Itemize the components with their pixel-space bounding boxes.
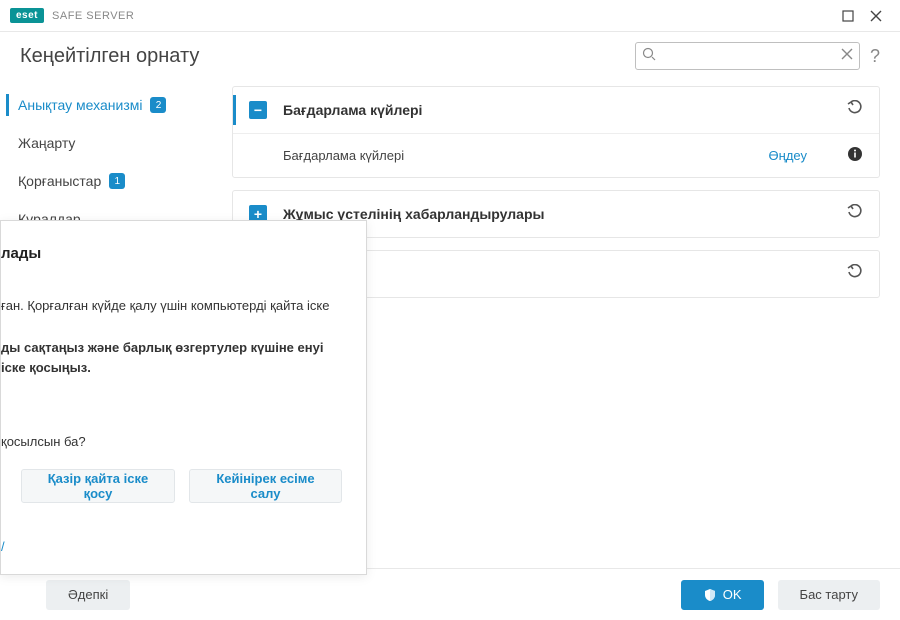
window-close-button[interactable] — [862, 2, 890, 30]
popup-actions: Қазір қайта іске қосу Кейінірек есіме са… — [1, 469, 342, 503]
sidebar-badge: 2 — [150, 97, 166, 113]
popup-text-2: ды сақтаңыз және барлық өзгертулер күшін… — [1, 338, 342, 378]
info-icon — [847, 146, 863, 162]
sidebar-item-update[interactable]: Жаңарту — [0, 124, 232, 162]
sidebar-badge: 1 — [109, 173, 125, 189]
ok-button[interactable]: OK — [681, 580, 764, 610]
search-clear-button[interactable] — [841, 47, 853, 65]
popup-title: лады — [1, 245, 342, 262]
help-button[interactable]: ? — [870, 46, 880, 67]
popup-body: ған. Қорғалған күйде қалу үшін компьютер… — [1, 296, 342, 400]
undo-icon — [847, 264, 863, 280]
panel-title: Бағдарлама күйлері — [283, 102, 847, 118]
panel-row: Бағдарлама күйлері Өңдеу — [233, 133, 879, 177]
sidebar-item-detection[interactable]: Анықтау механизмі 2 — [0, 86, 232, 124]
page-title: Кеңейтілген орнату — [20, 45, 199, 68]
panel-title: Жұмыс үстелінің хабарландырулары — [283, 206, 847, 222]
row-label: Бағдарлама күйлері — [283, 148, 769, 163]
close-icon — [841, 48, 853, 60]
square-icon — [842, 10, 854, 22]
collapse-icon: − — [249, 101, 267, 119]
panel-title: скертулер — [283, 266, 847, 282]
undo-icon — [847, 204, 863, 220]
search-field[interactable] — [635, 42, 860, 70]
shield-icon — [703, 588, 717, 602]
panel-app-statuses: − Бағдарлама күйлері Бағдарлама күйлері … — [232, 86, 880, 178]
ok-button-label: OK — [723, 587, 742, 602]
popup-text-1: ған. Қорғалған күйде қалу үшін компьютер… — [1, 296, 342, 316]
popup-footer-link[interactable]: / — [1, 539, 342, 554]
brand-product: SAFE SERVER — [52, 10, 134, 22]
page-header: Кеңейтілген орнату ? — [0, 32, 900, 80]
panel-undo-button[interactable] — [847, 204, 863, 225]
close-icon — [870, 10, 882, 22]
window-maximize-button[interactable] — [834, 2, 862, 30]
row-info-button[interactable] — [847, 146, 863, 165]
restart-now-button[interactable]: Қазір қайта іске қосу — [21, 469, 175, 503]
sidebar-item-label: Қорғаныстар — [18, 173, 101, 189]
undo-icon — [847, 100, 863, 116]
popup-question: қосылсын ба? — [1, 434, 342, 449]
search-icon — [642, 47, 656, 66]
sidebar-item-label: Анықтау механизмі — [18, 97, 142, 113]
cancel-button[interactable]: Бас тарту — [778, 580, 880, 610]
default-button[interactable]: Әдепкі — [46, 580, 130, 610]
row-edit-link[interactable]: Өңдеу — [769, 148, 807, 163]
panel-undo-button[interactable] — [847, 100, 863, 121]
brand-badge: eset — [10, 8, 44, 23]
footer-bar: Әдепкі OK Бас тарту — [0, 568, 900, 620]
restart-popup: лады ған. Қорғалған күйде қалу үшін комп… — [0, 220, 367, 575]
search-input[interactable] — [660, 49, 841, 63]
sidebar-item-protection[interactable]: Қорғаныстар 1 — [0, 162, 232, 200]
panel-header[interactable]: − Бағдарлама күйлері — [233, 87, 879, 133]
remind-later-button[interactable]: Кейінірек есіме салу — [189, 469, 342, 503]
sidebar-item-label: Жаңарту — [18, 135, 75, 151]
titlebar: eset SAFE SERVER — [0, 0, 900, 32]
panel-undo-button[interactable] — [847, 264, 863, 285]
